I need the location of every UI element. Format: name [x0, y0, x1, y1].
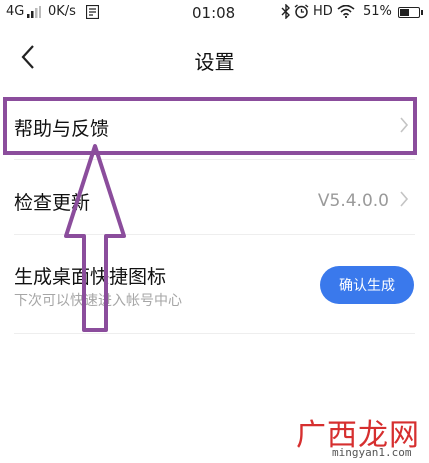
battery-level	[400, 9, 409, 16]
battery-icon	[398, 7, 423, 18]
nav-bar: 设置	[0, 34, 429, 82]
wifi-icon	[337, 5, 355, 18]
divider	[14, 159, 415, 160]
divider	[14, 234, 415, 235]
chevron-right-icon	[400, 117, 409, 133]
bluetooth-icon	[281, 4, 290, 19]
signal-icon	[27, 6, 41, 18]
watermark: 广西龙网 mingyan1.com	[296, 410, 426, 462]
battery-percent: 51%	[363, 4, 392, 19]
help-label: 帮助与反馈	[14, 118, 110, 140]
watermark-url: mingyan1.com	[332, 446, 412, 459]
update-label: 检查更新	[14, 192, 91, 214]
shortcut-description: 下次可以快速进入帐号中心	[14, 293, 182, 309]
notification-icon	[86, 5, 99, 19]
status-time: 01:08	[192, 4, 236, 22]
hd-badge: HD	[313, 4, 333, 19]
status-bar: 4G 0K/s 01:08 HD 51%	[0, 0, 429, 26]
confirm-generate-button[interactable]: 确认生成	[320, 266, 414, 304]
settings-row-help[interactable]: 帮助与反馈	[0, 98, 429, 154]
shortcut-label: 生成桌面快捷图标	[14, 266, 167, 288]
divider	[14, 333, 415, 334]
version-text: V5.4.0.0	[317, 191, 389, 211]
network-speed: 0K/s	[48, 4, 76, 19]
page-title: 设置	[194, 50, 235, 74]
alarm-icon	[294, 4, 309, 19]
chevron-right-icon	[400, 191, 409, 207]
settings-row-update[interactable]: 检查更新 V5.4.0.0	[0, 170, 429, 230]
network-type: 4G	[6, 4, 25, 19]
